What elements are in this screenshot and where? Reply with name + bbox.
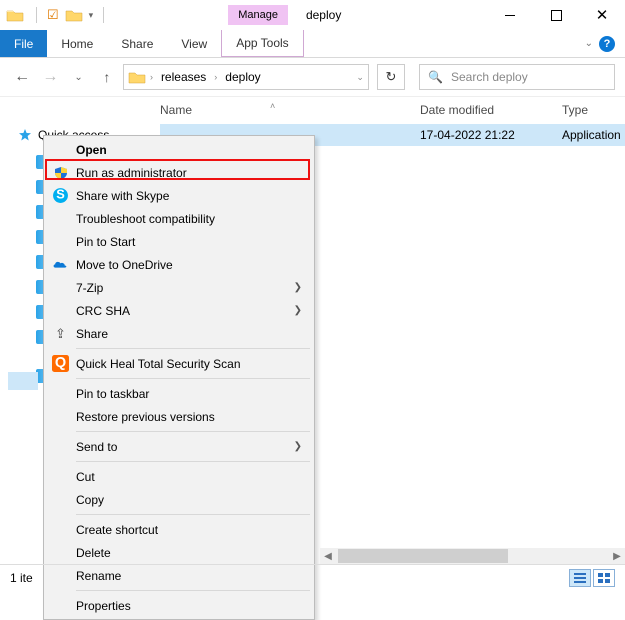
- help-button[interactable]: ?: [599, 36, 615, 52]
- folder-icon[interactable]: [65, 8, 83, 22]
- cm-7zip[interactable]: 7-Zip❯: [46, 276, 312, 299]
- horizontal-scrollbar[interactable]: ◀ ▶: [320, 548, 625, 564]
- cm-cut[interactable]: Cut: [46, 465, 312, 488]
- quickheal-icon: Q: [52, 355, 69, 372]
- file-type: Application: [562, 128, 621, 142]
- chevron-right-icon: ❯: [294, 305, 302, 316]
- column-header-name[interactable]: Name ˄: [160, 103, 420, 117]
- qat-dropdown-icon[interactable]: ▾: [89, 10, 94, 21]
- view-mode-toggles: [569, 569, 615, 587]
- cm-copy[interactable]: Copy: [46, 488, 312, 511]
- column-header-date[interactable]: Date modified: [420, 103, 562, 117]
- ribbon-tabs: File Home Share View App Tools ⌄ ?: [0, 30, 625, 58]
- scroll-left-icon[interactable]: ◀: [320, 548, 336, 564]
- ribbon-collapse-icon[interactable]: ⌄: [585, 38, 593, 49]
- cm-share[interactable]: ⇪ Share: [46, 322, 312, 345]
- checkbox-icon[interactable]: ☑: [47, 7, 59, 23]
- address-bar-row: ← → ⌄ ↑ › releases › deploy ⌄ ↻ 🔍: [0, 58, 625, 96]
- maximize-button[interactable]: [533, 0, 579, 30]
- refresh-button[interactable]: ↻: [377, 64, 405, 90]
- window-controls: ✕: [487, 0, 625, 30]
- cm-pin-start[interactable]: Pin to Start: [46, 230, 312, 253]
- close-button[interactable]: ✕: [579, 0, 625, 30]
- back-button[interactable]: ←: [10, 64, 34, 90]
- folder-icon: [128, 70, 146, 84]
- separator: [76, 378, 310, 379]
- address-bar[interactable]: › releases › deploy ⌄: [123, 64, 369, 90]
- cm-pin-taskbar[interactable]: Pin to taskbar: [46, 382, 312, 405]
- column-header-type[interactable]: Type: [562, 103, 625, 117]
- onedrive-icon: [52, 256, 69, 273]
- thumbnails-view-button[interactable]: [593, 569, 615, 587]
- title-bar-left: ☑ ▾: [0, 7, 108, 23]
- chevron-right-icon[interactable]: ›: [148, 72, 155, 82]
- tab-view[interactable]: View: [167, 30, 221, 57]
- folder-icon: [6, 8, 24, 22]
- file-date: 17-04-2022 21:22: [420, 128, 562, 142]
- search-icon: 🔍: [428, 70, 443, 84]
- cm-move-onedrive[interactable]: Move to OneDrive: [46, 253, 312, 276]
- window-title: deploy: [306, 8, 341, 22]
- cm-open[interactable]: Open: [46, 138, 312, 161]
- search-input[interactable]: [451, 70, 606, 84]
- breadcrumb-segment[interactable]: deploy: [221, 70, 264, 84]
- cm-crc-sha[interactable]: CRC SHA❯: [46, 299, 312, 322]
- status-bar: 1 ite: [0, 564, 625, 590]
- cm-share-skype[interactable]: S Share with Skype: [46, 184, 312, 207]
- tab-file[interactable]: File: [0, 30, 47, 57]
- separator: [76, 461, 310, 462]
- cm-quickheal[interactable]: Q Quick Heal Total Security Scan: [46, 352, 312, 375]
- scroll-right-icon[interactable]: ▶: [609, 548, 625, 564]
- separator: [76, 431, 310, 432]
- cm-run-as-admin[interactable]: Run as administrator: [46, 161, 312, 184]
- nav-selection-highlight: [8, 372, 38, 390]
- tab-app-tools[interactable]: App Tools: [221, 30, 303, 57]
- svg-text:S: S: [56, 187, 65, 202]
- recent-locations-icon[interactable]: ⌄: [66, 64, 90, 90]
- skype-icon: S: [52, 187, 69, 204]
- shield-icon: [52, 164, 69, 181]
- tab-home[interactable]: Home: [47, 30, 107, 57]
- scrollbar-thumb[interactable]: [338, 549, 508, 563]
- forward-button: →: [38, 64, 62, 90]
- search-box[interactable]: 🔍: [419, 64, 615, 90]
- chevron-down-icon[interactable]: ⌄: [356, 72, 364, 83]
- up-button[interactable]: ↑: [95, 64, 119, 90]
- breadcrumb-segment[interactable]: releases: [157, 70, 210, 84]
- cm-create-shortcut[interactable]: Create shortcut: [46, 518, 312, 541]
- context-menu: Open Run as administrator S Share with S…: [43, 135, 315, 620]
- status-item-count: 1 ite: [10, 571, 33, 585]
- separator: [76, 590, 310, 591]
- minimize-button[interactable]: [487, 0, 533, 30]
- separator: [76, 514, 310, 515]
- chevron-right-icon: ❯: [294, 441, 302, 452]
- cm-restore-previous[interactable]: Restore previous versions: [46, 405, 312, 428]
- cm-delete[interactable]: Delete: [46, 541, 312, 564]
- separator: [76, 348, 310, 349]
- column-headers: Name ˄ Date modified Type: [0, 96, 625, 122]
- title-bar: ☑ ▾ Manage deploy ✕: [0, 0, 625, 30]
- star-icon: [18, 128, 32, 142]
- cm-troubleshoot[interactable]: Troubleshoot compatibility: [46, 207, 312, 230]
- svg-text:Q: Q: [55, 355, 66, 371]
- share-icon: ⇪: [52, 325, 69, 342]
- ribbon-context-tab[interactable]: Manage: [228, 5, 288, 25]
- tab-share[interactable]: Share: [107, 30, 167, 57]
- cm-send-to[interactable]: Send to❯: [46, 435, 312, 458]
- quick-access-toolbar: ☑ ▾: [32, 7, 108, 23]
- chevron-right-icon[interactable]: ›: [212, 72, 219, 82]
- details-view-button[interactable]: [569, 569, 591, 587]
- sort-ascending-icon: ˄: [270, 101, 275, 111]
- cm-properties[interactable]: Properties: [46, 594, 312, 617]
- chevron-right-icon: ❯: [294, 282, 302, 293]
